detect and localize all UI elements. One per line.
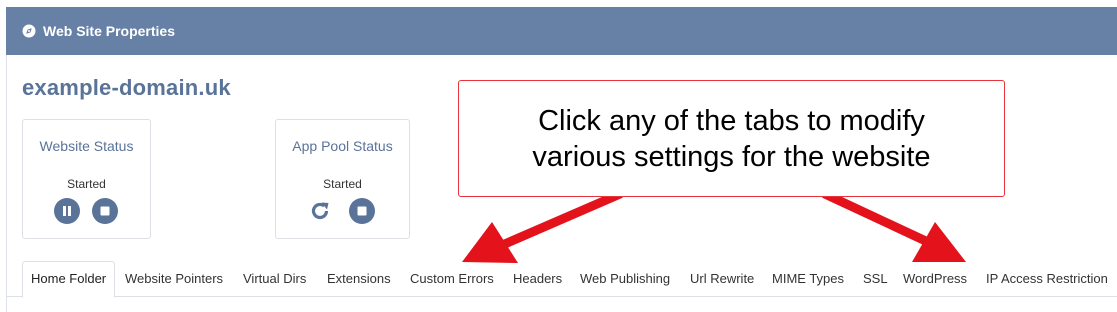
- callout-line-1: Click any of the tabs to modify: [538, 105, 925, 137]
- callout-line-2: various settings for the website: [532, 141, 931, 173]
- help-callout: Click any of the tabs to modify various …: [458, 80, 1005, 197]
- right-arrow: [820, 189, 966, 262]
- left-arrow: [462, 189, 625, 263]
